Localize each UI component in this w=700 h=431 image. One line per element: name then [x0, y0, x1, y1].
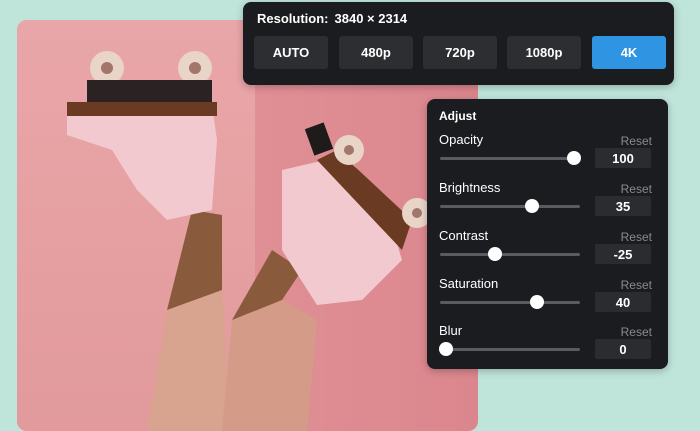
opacity-reset-button[interactable]: Reset: [621, 134, 652, 148]
brightness-reset-button[interactable]: Reset: [621, 182, 652, 196]
resolution-720p-button[interactable]: 720p: [423, 36, 497, 69]
brightness-slider-handle[interactable]: [525, 199, 540, 213]
resolution-auto-button[interactable]: AUTO: [254, 36, 328, 69]
resolution-label: Resolution:: [257, 11, 329, 26]
opacity-label: Opacity: [439, 132, 484, 147]
blur-slider[interactable]: [438, 342, 580, 356]
adjust-panel: Adjust Opacity Reset 100 Brightness Rese…: [427, 99, 668, 369]
brightness-slider[interactable]: [440, 199, 580, 213]
contrast-slider-handle[interactable]: [487, 247, 502, 261]
adjust-title: Adjust: [439, 109, 477, 123]
brightness-label: Brightness: [439, 180, 501, 195]
resolution-480p-button[interactable]: 480p: [339, 36, 413, 69]
saturation-label: Saturation: [439, 276, 499, 291]
blur-label: Blur: [439, 323, 463, 338]
resolution-panel: Resolution: 3840 × 2314 AUTO 480p 720p 10…: [243, 2, 674, 85]
resolution-1080p-button[interactable]: 1080p: [507, 36, 581, 69]
contrast-reset-button[interactable]: Reset: [621, 230, 652, 244]
saturation-value-field[interactable]: 40: [595, 292, 651, 312]
blur-value-field[interactable]: 0: [595, 339, 651, 359]
opacity-value-field[interactable]: 100: [595, 148, 651, 168]
blur-reset-button[interactable]: Reset: [621, 325, 652, 339]
contrast-label: Contrast: [439, 228, 489, 243]
contrast-value-field[interactable]: -25: [595, 244, 651, 264]
opacity-slider-handle[interactable]: [567, 151, 582, 165]
resolution-heading: Resolution: 3840 × 2314: [257, 11, 407, 26]
contrast-slider[interactable]: [440, 247, 580, 261]
blur-slider-handle[interactable]: [438, 342, 453, 356]
brightness-value-field[interactable]: 35: [595, 196, 651, 216]
saturation-reset-button[interactable]: Reset: [621, 278, 652, 292]
opacity-slider[interactable]: [440, 151, 582, 165]
saturation-slider[interactable]: [440, 295, 580, 309]
saturation-slider-handle[interactable]: [529, 295, 544, 309]
resolution-value: 3840 × 2314: [334, 11, 408, 26]
resolution-4k-button[interactable]: 4K: [592, 36, 666, 69]
